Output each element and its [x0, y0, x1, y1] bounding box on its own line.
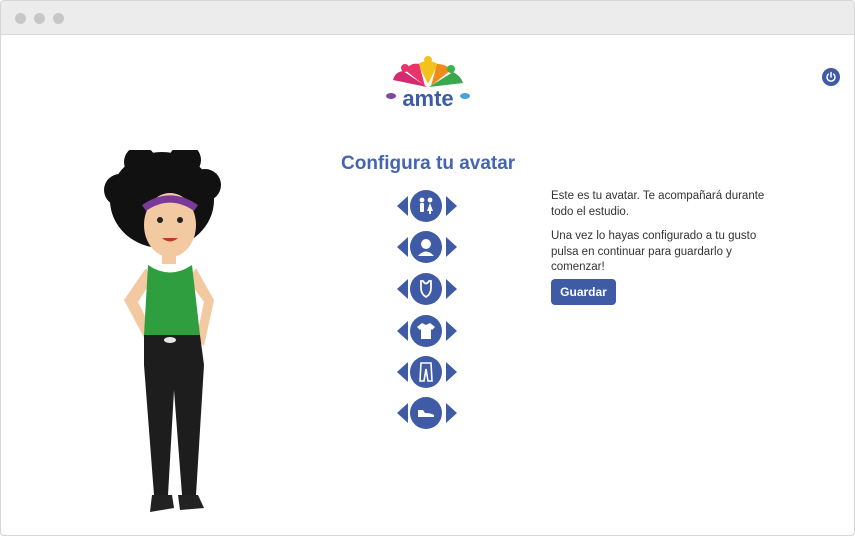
- info-paragraph-2: Una vez lo hayas configurado a tu gusto …: [551, 230, 757, 273]
- next-shirt-button[interactable]: [446, 321, 457, 341]
- prev-gender-button[interactable]: [397, 196, 408, 216]
- power-button[interactable]: [822, 68, 840, 86]
- prev-pants-button[interactable]: [397, 362, 408, 382]
- pants-option[interactable]: [410, 356, 442, 388]
- prev-top-button[interactable]: [397, 279, 408, 299]
- selector-row-face: [397, 231, 457, 263]
- gender-icon: [419, 197, 433, 214]
- gender-option[interactable]: [410, 190, 442, 222]
- next-top-button[interactable]: [446, 279, 457, 299]
- next-shoes-button[interactable]: [446, 403, 457, 423]
- avatar-figure: [100, 144, 230, 520]
- face-option[interactable]: [410, 231, 442, 263]
- power-icon: [826, 71, 836, 82]
- next-gender-button[interactable]: [446, 196, 457, 216]
- prev-face-button[interactable]: [397, 237, 408, 257]
- window-close-dot[interactable]: [15, 13, 26, 24]
- info-text: Este es tu avatar. Te acompañará durante…: [551, 189, 776, 285]
- next-pants-button[interactable]: [446, 362, 457, 382]
- next-face-button[interactable]: [446, 237, 457, 257]
- amte-logo: amte: [383, 56, 473, 116]
- shirt-option[interactable]: [410, 315, 442, 347]
- save-button[interactable]: Guardar: [551, 279, 616, 305]
- selector-row-pants: [397, 356, 457, 388]
- shirt-icon: [417, 323, 435, 339]
- pants-icon: [419, 362, 433, 382]
- window-titlebar: [1, 1, 854, 35]
- page-title: Configura tu avatar: [341, 153, 516, 174]
- prev-shoes-button[interactable]: [397, 403, 408, 423]
- selector-row-gender: [397, 190, 457, 222]
- selector-row-shoes: [397, 397, 457, 429]
- face-icon: [418, 239, 434, 256]
- shoe-icon: [418, 410, 434, 417]
- top-option[interactable]: [410, 273, 442, 305]
- selector-row-top: [397, 273, 457, 305]
- window-minimize-dot[interactable]: [34, 13, 45, 24]
- prev-shirt-button[interactable]: [397, 321, 408, 341]
- tank-top-icon: [420, 280, 432, 299]
- info-paragraph-1: Este es tu avatar. Te acompañará durante…: [551, 190, 765, 218]
- selector-row-shirt: [397, 315, 457, 347]
- window-maximize-dot[interactable]: [53, 13, 64, 24]
- shoes-option[interactable]: [410, 397, 442, 429]
- logo-text: amte: [402, 86, 453, 111]
